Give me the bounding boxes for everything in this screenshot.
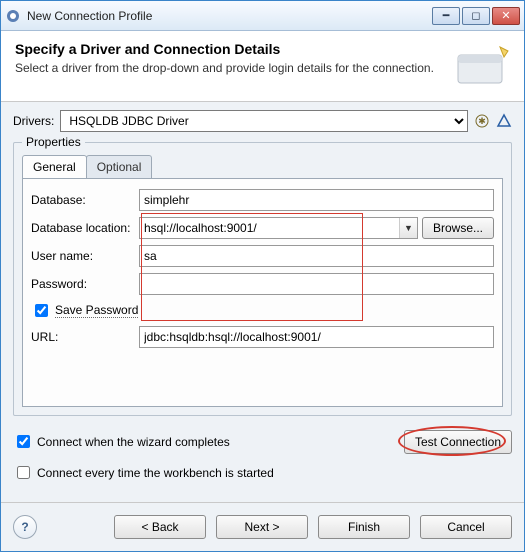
browse-button[interactable]: Browse... — [422, 217, 494, 239]
tab-general-body: Database: Database location: ▼ Browse...… — [22, 178, 503, 407]
drivers-row: Drivers: HSQLDB JDBC Driver ✱ — [13, 110, 512, 132]
dblocation-combo[interactable]: ▼ — [139, 217, 418, 239]
password-input[interactable] — [139, 273, 494, 295]
dblocation-label: Database location: — [31, 221, 139, 235]
dialog-body: Drivers: HSQLDB JDBC Driver ✱ Properties… — [1, 102, 524, 498]
help-button[interactable]: ? — [13, 515, 37, 539]
title-bar: New Connection Profile ━ ◻ ✕ — [1, 1, 524, 31]
header-logo-icon — [452, 41, 510, 91]
database-label: Database: — [31, 193, 139, 207]
lower-area: Connect when the wizard completes Test C… — [13, 416, 512, 494]
finish-button[interactable]: Finish — [318, 515, 410, 539]
back-button[interactable]: < Back — [114, 515, 206, 539]
username-input[interactable] — [139, 245, 494, 267]
tab-strip: General Optional — [22, 155, 503, 178]
header-subtitle: Select a driver from the drop-down and p… — [15, 61, 452, 75]
url-input[interactable] — [139, 326, 494, 348]
save-password-label: Save Password — [55, 303, 138, 318]
dblocation-input[interactable] — [140, 218, 399, 238]
database-input[interactable] — [139, 189, 494, 211]
window-title: New Connection Profile — [27, 9, 432, 23]
drivers-select[interactable]: HSQLDB JDBC Driver — [60, 110, 468, 132]
drivers-label: Drivers: — [13, 114, 54, 128]
tab-optional[interactable]: Optional — [86, 155, 153, 178]
window-controls: ━ ◻ ✕ — [432, 7, 520, 25]
cancel-button[interactable]: Cancel — [420, 515, 512, 539]
new-driver-icon[interactable]: ✱ — [474, 113, 490, 129]
header-title: Specify a Driver and Connection Details — [15, 41, 452, 57]
test-connection-button[interactable]: Test Connection — [404, 430, 512, 454]
dialog-header: Specify a Driver and Connection Details … — [1, 31, 524, 102]
password-label: Password: — [31, 277, 139, 291]
save-password-checkbox[interactable] — [35, 304, 48, 317]
properties-group: Properties General Optional Database: Da… — [13, 142, 512, 416]
chevron-down-icon[interactable]: ▼ — [399, 218, 417, 238]
clear-driver-icon[interactable] — [496, 113, 512, 129]
username-label: User name: — [31, 249, 139, 263]
connect-start-label: Connect every time the workbench is star… — [37, 466, 274, 480]
properties-group-title: Properties — [22, 135, 85, 149]
connect-complete-label: Connect when the wizard completes — [37, 435, 230, 449]
separator — [1, 502, 524, 503]
connect-complete-checkbox[interactable] — [17, 435, 30, 448]
svg-text:✱: ✱ — [478, 116, 486, 126]
tab-general[interactable]: General — [22, 155, 87, 178]
maximize-button[interactable]: ◻ — [462, 7, 490, 25]
app-icon — [5, 8, 21, 24]
close-button[interactable]: ✕ — [492, 7, 520, 25]
url-label: URL: — [31, 330, 139, 344]
dialog-footer: ? < Back Next > Finish Cancel — [1, 507, 524, 551]
dialog-window: New Connection Profile ━ ◻ ✕ Specify a D… — [0, 0, 525, 552]
minimize-button[interactable]: ━ — [432, 7, 460, 25]
connect-start-checkbox[interactable] — [17, 466, 30, 479]
next-button[interactable]: Next > — [216, 515, 308, 539]
